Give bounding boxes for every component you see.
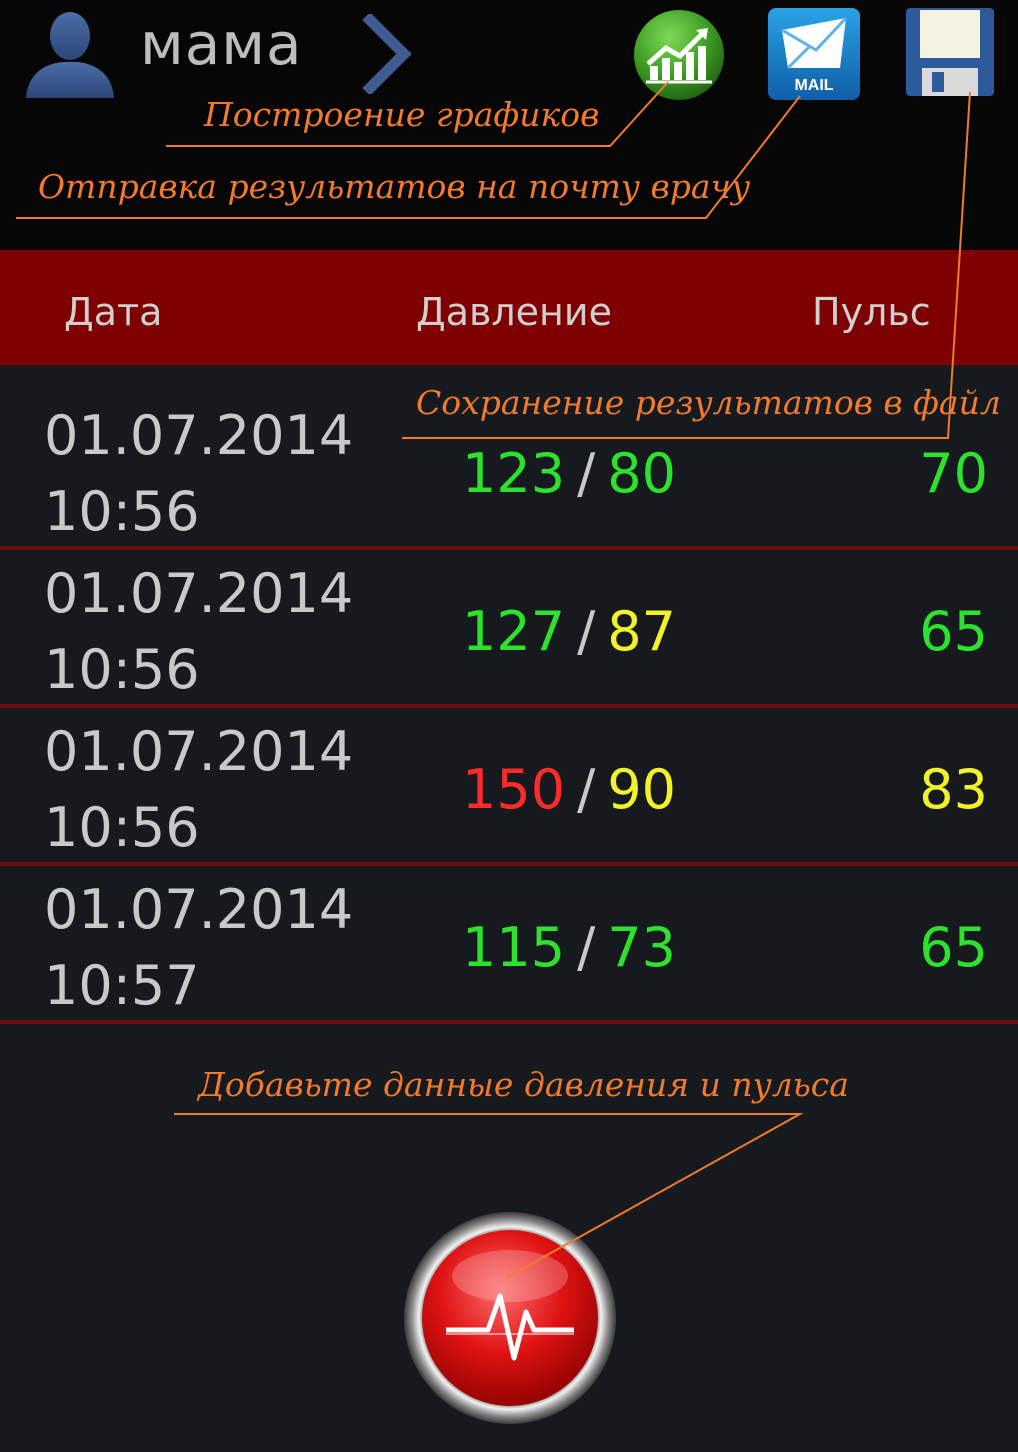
annotation-charts: Построение графиков	[203, 95, 599, 134]
annotation-save: Сохранение результатов в файл	[416, 383, 1001, 422]
annotation-add: Добавьте данные давления и пульса	[196, 1065, 849, 1104]
annotation-line-add	[174, 1113, 804, 1279]
annotation-mail: Отправка результатов на почту врачу	[38, 167, 750, 206]
annotations-overlay: Построение графиков Отправка результатов…	[16, 81, 1001, 1279]
